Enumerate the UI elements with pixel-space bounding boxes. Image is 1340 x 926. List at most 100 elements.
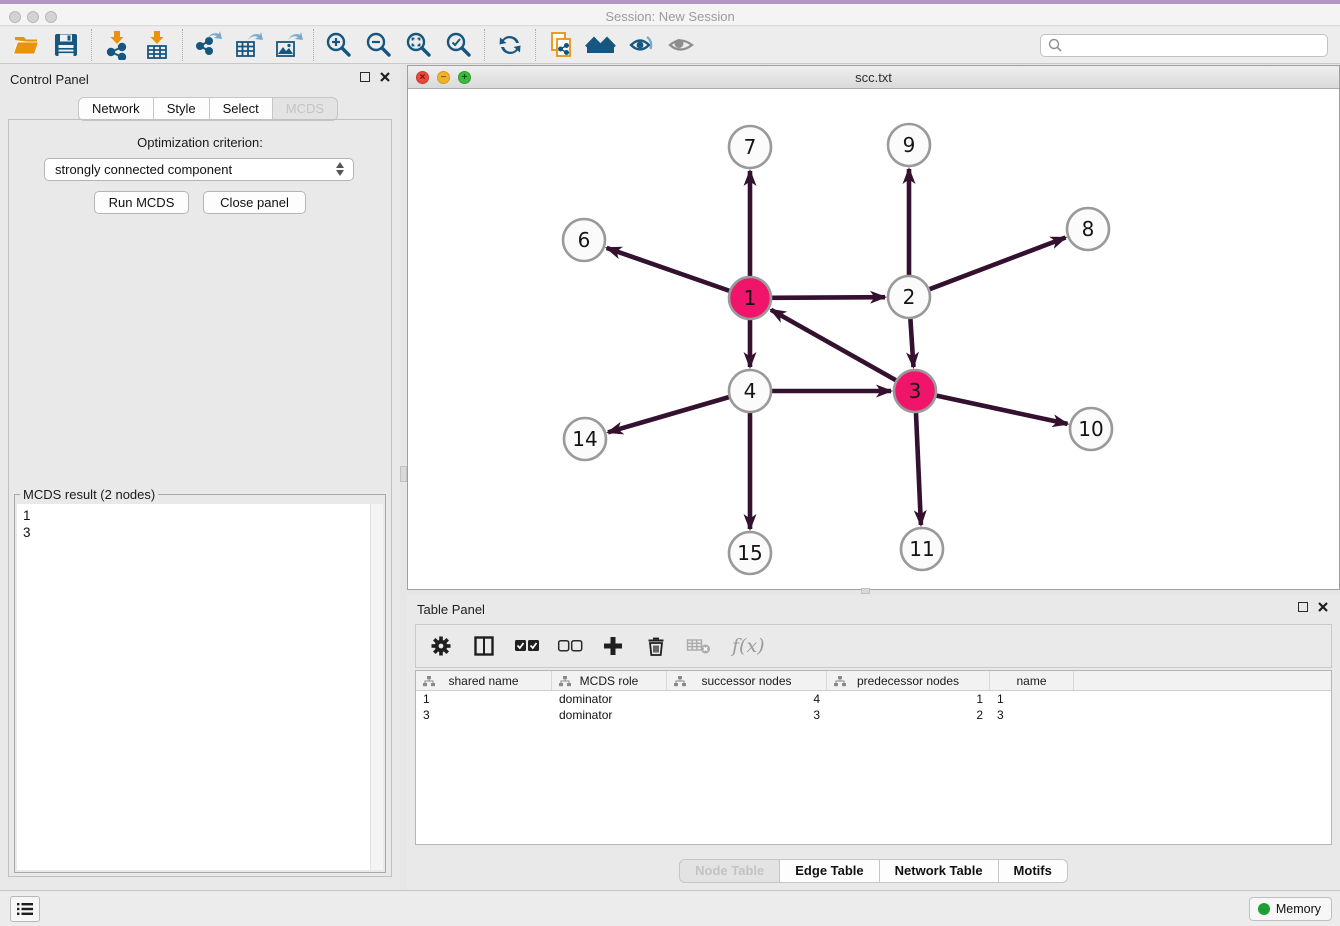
graph-node-1[interactable]: 1 xyxy=(729,277,771,319)
table-cell[interactable]: 1 xyxy=(416,691,552,707)
search-box[interactable] xyxy=(1040,34,1328,57)
float-panel-icon[interactable] xyxy=(360,72,370,82)
hide-graphics-details-button[interactable] xyxy=(621,28,661,62)
network-graph-canvas[interactable]: 7 9 6 8 1 2 4 3 14 10 15 11 xyxy=(408,89,1339,589)
show-graphics-details-button[interactable] xyxy=(661,28,701,62)
table-cell[interactable]: 4 xyxy=(667,691,827,707)
function-builder-button[interactable]: f(x) xyxy=(729,633,775,659)
task-history-button[interactable] xyxy=(10,896,40,922)
toolbar-separator xyxy=(182,29,183,61)
result-scrollbar[interactable] xyxy=(370,504,383,870)
eye-slash-icon xyxy=(626,31,656,59)
column-header-name[interactable]: name xyxy=(990,671,1074,690)
column-header-MCDS-role[interactable]: MCDS role xyxy=(552,671,667,690)
graph-node-2[interactable]: 2 xyxy=(888,276,930,318)
import-table-button[interactable] xyxy=(137,28,177,62)
table-settings-button[interactable] xyxy=(428,633,454,659)
graph-node-9[interactable]: 9 xyxy=(888,124,930,166)
graph-node-6[interactable]: 6 xyxy=(563,219,605,261)
close-panel-icon[interactable] xyxy=(380,72,390,82)
network-window-title: scc.txt xyxy=(408,70,1339,85)
zoom-out-button[interactable] xyxy=(359,28,399,62)
float-panel-icon[interactable] xyxy=(1298,602,1308,612)
table-cell[interactable]: 3 xyxy=(416,707,552,723)
tab-style[interactable]: Style xyxy=(154,97,210,121)
table-row[interactable]: 1dominator411 xyxy=(416,691,1331,707)
criterion-dropdown[interactable]: strongly connected component xyxy=(44,158,354,181)
export-table-button[interactable] xyxy=(228,28,268,62)
graph-node-8[interactable]: 8 xyxy=(1067,208,1109,250)
graph-node-14[interactable]: 14 xyxy=(564,418,606,460)
graph-node-7[interactable]: 7 xyxy=(729,126,771,168)
graph-node-11[interactable]: 11 xyxy=(901,528,943,570)
table-cell[interactable]: 1 xyxy=(827,691,990,707)
column-header-successor-nodes[interactable]: successor nodes xyxy=(667,671,827,690)
tab-motifs[interactable]: Motifs xyxy=(999,859,1068,883)
tab-network-table[interactable]: Network Table xyxy=(880,859,999,883)
split-pane-button[interactable] xyxy=(471,633,497,659)
tab-node-table[interactable]: Node Table xyxy=(679,859,780,883)
graph-node-15[interactable]: 15 xyxy=(729,532,771,574)
mcds-result-textarea[interactable]: 1 3 xyxy=(17,504,383,870)
table-cell[interactable]: 2 xyxy=(827,707,990,723)
table-cell[interactable]: 1 xyxy=(990,691,1074,707)
graph-edge-3-11[interactable] xyxy=(916,413,921,525)
table-body: 1dominator4113dominator323 xyxy=(416,691,1331,723)
graph-edge-3-10[interactable] xyxy=(937,396,1068,424)
graph-edge-3-1[interactable] xyxy=(771,310,896,380)
home-layout-button[interactable] xyxy=(581,28,621,62)
control-panel: Control Panel NetworkStyleSelectMCDS Opt… xyxy=(0,64,400,890)
tab-select[interactable]: Select xyxy=(210,97,273,121)
graph-node-label: 15 xyxy=(737,541,762,565)
tab-mcds[interactable]: MCDS xyxy=(273,97,338,121)
copy-documents-icon xyxy=(546,30,576,60)
table-cell[interactable]: dominator xyxy=(552,691,667,707)
table-row[interactable]: 3dominator323 xyxy=(416,707,1331,723)
graph-edge-1-6[interactable] xyxy=(607,248,730,291)
export-network-button[interactable] xyxy=(188,28,228,62)
search-input[interactable] xyxy=(1063,36,1327,55)
graph-edge-4-14[interactable] xyxy=(608,397,729,432)
open-session-button[interactable] xyxy=(6,28,46,62)
table-cell[interactable]: dominator xyxy=(552,707,667,723)
zoom-selected-button[interactable] xyxy=(439,28,479,62)
add-column-button[interactable] xyxy=(600,633,626,659)
close-panel-button[interactable]: Close panel xyxy=(203,191,306,214)
control-panel-header: Control Panel xyxy=(0,64,400,94)
dropdown-stepper-icon xyxy=(336,162,344,176)
graph-node-label: 3 xyxy=(909,379,922,403)
memory-button[interactable]: Memory xyxy=(1249,897,1332,921)
graph-edge-1-2[interactable] xyxy=(772,297,885,298)
delete-columns-button[interactable] xyxy=(643,633,669,659)
zoom-fit-button[interactable] xyxy=(399,28,439,62)
refresh-first-neighbors-button[interactable] xyxy=(490,28,530,62)
main-toolbar xyxy=(0,27,1340,64)
column-header-predecessor-nodes[interactable]: predecessor nodes xyxy=(827,671,990,690)
node-table[interactable]: shared name MCDS rolesuccessor nodesprede… xyxy=(415,670,1332,845)
graph-edge-2-8[interactable] xyxy=(930,238,1066,290)
delete-table-button[interactable] xyxy=(686,633,712,659)
export-image-button[interactable] xyxy=(268,28,308,62)
vertical-splitter-handle[interactable] xyxy=(400,466,407,482)
column-header-label: shared name xyxy=(448,674,518,688)
tab-network[interactable]: Network xyxy=(78,97,154,121)
checked-boxes-icon xyxy=(514,639,540,653)
zoom-in-button[interactable] xyxy=(319,28,359,62)
import-network-button[interactable] xyxy=(97,28,137,62)
horizontal-splitter-handle[interactable] xyxy=(861,588,870,594)
tab-edge-table[interactable]: Edge Table xyxy=(780,859,879,883)
export-table-icon xyxy=(233,30,263,60)
graph-node-10[interactable]: 10 xyxy=(1070,408,1112,450)
save-session-button[interactable] xyxy=(46,28,86,62)
run-mcds-button[interactable]: Run MCDS xyxy=(94,191,189,214)
graph-edge-2-3[interactable] xyxy=(910,319,913,367)
graph-node-3[interactable]: 3 xyxy=(894,370,936,412)
graph-node-4[interactable]: 4 xyxy=(729,370,771,412)
table-cell[interactable]: 3 xyxy=(667,707,827,723)
copy-network-button[interactable] xyxy=(541,28,581,62)
close-panel-icon[interactable] xyxy=(1318,602,1328,612)
table-cell[interactable]: 3 xyxy=(990,707,1074,723)
column-header-shared-name[interactable]: shared name xyxy=(416,671,552,690)
unselect-all-columns-button[interactable] xyxy=(557,633,583,659)
select-all-columns-button[interactable] xyxy=(514,633,540,659)
